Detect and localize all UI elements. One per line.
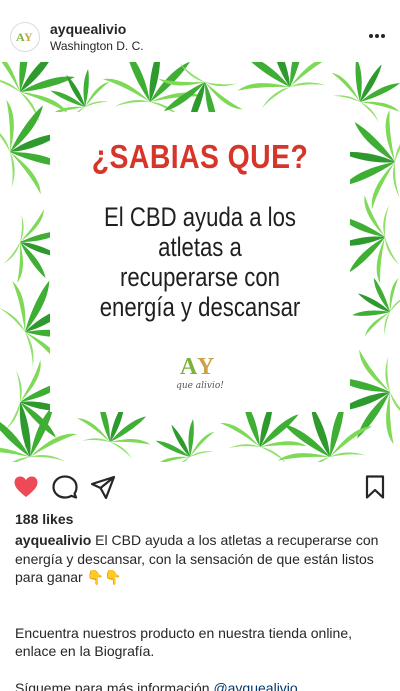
logo-monogram-a: A — [180, 354, 198, 380]
caption-mention-link[interactable]: @ayquealivio — [213, 680, 297, 691]
more-options-button[interactable] — [366, 26, 388, 46]
post-location[interactable]: Washington D. C. — [50, 39, 144, 53]
post-caption: ayquealivio El CBD ayuda a los atletas a… — [15, 531, 387, 691]
post-username[interactable]: ayquealivio — [50, 21, 126, 37]
post-header: A Y ayquealivio Washington D. C. — [0, 0, 400, 64]
post-image[interactable]: ¿SABIAS QUE? El CBD ayuda a los atletas … — [0, 62, 400, 462]
logo-monogram-y: Y — [197, 354, 214, 380]
profile-avatar[interactable]: A Y — [10, 22, 40, 52]
heart-filled-icon — [14, 476, 38, 497]
bookmark-icon — [365, 475, 385, 499]
share-button[interactable] — [90, 474, 116, 500]
caption-paragraph-2: Encuentra nuestros producto en nuestra t… — [15, 624, 353, 660]
more-dot-icon — [381, 34, 386, 38]
caption-paragraph: ayquealivio El CBD ayuda a los atletas a… — [15, 531, 387, 587]
more-dot-icon — [368, 34, 373, 38]
comment-button[interactable] — [52, 474, 78, 500]
post-body-line: atletas a — [158, 232, 242, 262]
caption-follow-text: Sígueme para más información — [15, 679, 214, 691]
more-dot-icon — [375, 34, 379, 38]
post-body-line: recuperarse con — [119, 262, 280, 292]
brand-logo-icon: A Y — [16, 30, 33, 44]
logo-tagline: que alivio! — [176, 381, 224, 391]
post-headline: ¿SABIAS QUE? — [91, 138, 309, 175]
brand-logo: A Y que alivio! — [176, 354, 224, 391]
paper-plane-icon — [90, 475, 116, 500]
like-button[interactable] — [13, 474, 39, 500]
svg-text:Y: Y — [24, 30, 33, 44]
post-body-text: El CBD ayuda a los atletas a recuperarse… — [36, 202, 364, 322]
post-action-bar — [0, 462, 400, 510]
post-body-line: energía y descansar — [99, 292, 301, 322]
post-body-line: El CBD ayuda a los — [104, 202, 296, 232]
caption-paragraph-3: Sígueme para más información @ayquealivi… — [15, 679, 387, 691]
likes-count[interactable]: 188 likes — [15, 511, 73, 527]
comment-bubble-icon — [52, 475, 78, 499]
caption-username[interactable]: ayquealivio — [15, 532, 91, 548]
save-button[interactable] — [362, 474, 388, 500]
